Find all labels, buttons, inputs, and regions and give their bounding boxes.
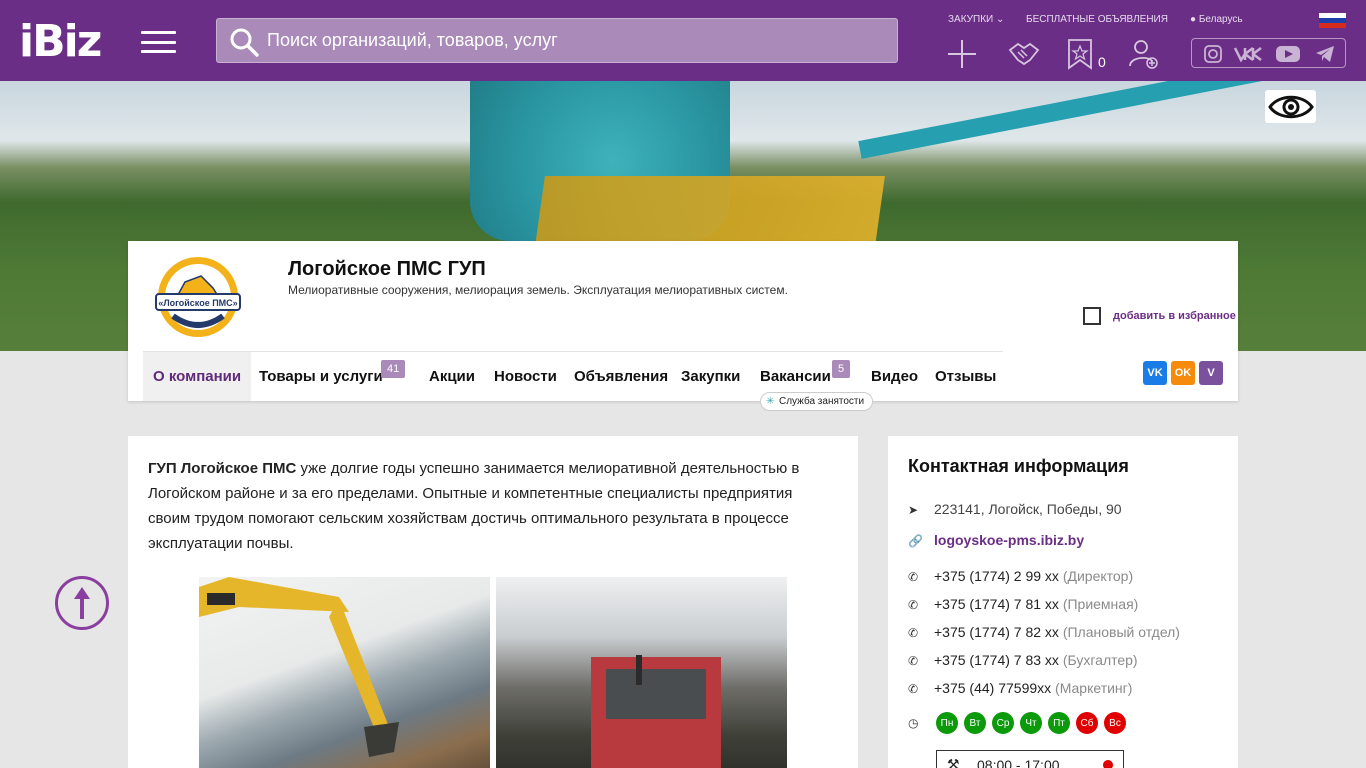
location-pin-icon: ● bbox=[1190, 14, 1197, 25]
phone-number[interactable]: +375 (44) 77599xx bbox=[934, 680, 1051, 696]
contacts-panel: Контактная информация ➤ 223141, Логойск, … bbox=[888, 436, 1238, 768]
phone-icon: ✆ bbox=[908, 570, 919, 584]
chevron-down-icon: ⌄ bbox=[995, 14, 1005, 25]
tab-news[interactable]: Новости bbox=[494, 352, 557, 401]
tab-products[interactable]: Товары и услуги bbox=[259, 352, 383, 401]
photo-tractor[interactable] bbox=[496, 577, 787, 768]
contact-site: 🔗 logoyskoe-pms.ibiz.by bbox=[908, 532, 1084, 548]
phone-number[interactable]: +375 (1774) 7 81 xx bbox=[934, 596, 1059, 612]
products-count-badge: 41 bbox=[381, 360, 406, 378]
tab-video[interactable]: Видео bbox=[871, 352, 918, 401]
link-icon: 🔗 bbox=[908, 534, 923, 548]
accessibility-eye-icon[interactable] bbox=[1265, 90, 1316, 123]
closed-status-dot bbox=[1103, 760, 1113, 768]
tools-icon: ⚒ bbox=[947, 756, 960, 768]
site-logo[interactable]: iBiz bbox=[19, 20, 102, 64]
clock-icon: ◷ bbox=[908, 716, 919, 730]
phone-number[interactable]: +375 (1774) 7 83 xx bbox=[934, 652, 1059, 668]
telegram-icon[interactable] bbox=[1315, 44, 1335, 64]
company-logo: «Логойское ПМС» bbox=[155, 257, 241, 337]
phone-number[interactable]: +375 (1774) 2 99 xx bbox=[934, 568, 1059, 584]
add-to-favorites[interactable]: добавить в избранное bbox=[1083, 307, 1236, 325]
phone-icon: ✆ bbox=[908, 682, 919, 696]
employment-service-tip[interactable]: ✳ Служба занятости bbox=[760, 392, 874, 411]
purchases-link[interactable]: ЗАКУПКИ ⌄ bbox=[948, 14, 1004, 25]
phone-row: ✆ +375 (1774) 2 99 xx (Директор) bbox=[908, 568, 1134, 584]
location-arrow-icon: ➤ bbox=[908, 503, 919, 517]
contacts-title: Контактная информация bbox=[908, 456, 1129, 476]
phone-row: ✆ +375 (1774) 7 83 xx (Бухгалтер) bbox=[908, 652, 1138, 668]
day-sat[interactable]: Сб bbox=[1076, 712, 1098, 734]
company-name: Логойское ПМС ГУП bbox=[288, 258, 486, 280]
arrow-up-icon bbox=[74, 587, 90, 619]
search-box bbox=[216, 18, 898, 63]
share-ok-button[interactable]: OK bbox=[1171, 361, 1195, 385]
working-hours: ⚒ 08:00 - 17:00 bbox=[936, 750, 1124, 768]
day-mon[interactable]: Пн bbox=[936, 712, 958, 734]
vk-icon[interactable] bbox=[1233, 44, 1265, 64]
youtube-icon[interactable] bbox=[1275, 44, 1301, 64]
phone-icon: ✆ bbox=[908, 598, 919, 612]
share-viber-button[interactable]: V bbox=[1199, 361, 1223, 385]
share-vk-button[interactable]: VK bbox=[1143, 361, 1167, 385]
about-lead: ГУП Логойское ПМС bbox=[148, 460, 297, 477]
vacancies-count-badge: 5 bbox=[832, 360, 851, 378]
phone-icon: ✆ bbox=[908, 654, 919, 668]
favorite-checkbox[interactable] bbox=[1083, 307, 1101, 325]
scroll-up-button[interactable] bbox=[55, 576, 109, 630]
company-description: Мелиоративные сооружения, мелиорация зем… bbox=[288, 283, 788, 297]
day-fri[interactable]: Пт bbox=[1048, 712, 1070, 734]
about-text: ГУП Логойское ПМС уже долгие годы успешн… bbox=[148, 456, 838, 556]
phone-row: ✆ +375 (44) 77599xx (Маркетинг) bbox=[908, 680, 1133, 696]
site-link[interactable]: logoyskoe-pms.ibiz.by bbox=[934, 532, 1084, 548]
russian-flag-icon[interactable] bbox=[1319, 13, 1346, 28]
search-icon[interactable] bbox=[229, 27, 259, 57]
clock-row: ◷ bbox=[908, 714, 934, 730]
favorites-bookmark-icon[interactable] bbox=[1067, 38, 1093, 70]
tab-reviews[interactable]: Отзывы bbox=[935, 352, 996, 401]
day-tue[interactable]: Вт bbox=[964, 712, 986, 734]
add-favorite-label: добавить в избранное bbox=[1113, 310, 1236, 322]
search-input[interactable] bbox=[267, 19, 887, 62]
about-section: ГУП Логойское ПМС уже долгие годы успешн… bbox=[128, 436, 858, 768]
photo-excavator[interactable] bbox=[199, 577, 490, 768]
tab-about[interactable]: О компании bbox=[143, 352, 252, 401]
add-user-icon[interactable] bbox=[1127, 38, 1159, 70]
phone-row: ✆ +375 (1774) 7 82 xx (Плановый отдел) bbox=[908, 624, 1180, 640]
day-sun[interactable]: Вс bbox=[1104, 712, 1126, 734]
tab-promotions[interactable]: Акции bbox=[429, 352, 475, 401]
handshake-icon[interactable] bbox=[1008, 38, 1040, 70]
add-plus-icon[interactable] bbox=[946, 38, 978, 70]
company-tabs: О компании Товары и услуги 41 Акции Ново… bbox=[143, 351, 1003, 401]
favorites-count: 0 bbox=[1098, 54, 1106, 70]
phone-icon: ✆ bbox=[908, 626, 919, 640]
svg-text:«Логойское ПМС»: «Логойское ПМС» bbox=[158, 298, 237, 308]
instagram-icon[interactable] bbox=[1203, 44, 1223, 64]
company-card: «Логойское ПМС» Логойское ПМС ГУП Мелиор… bbox=[128, 241, 1238, 411]
free-ads-link[interactable]: БЕСПЛАТНЫЕ ОБЪЯВЛЕНИЯ bbox=[1026, 14, 1168, 25]
tab-purchases[interactable]: Закупки bbox=[681, 352, 740, 401]
working-days: Пн Вт Ср Чт Пт Сб Вс bbox=[936, 712, 1126, 734]
day-thu[interactable]: Чт bbox=[1020, 712, 1042, 734]
region-link[interactable]: ● Беларусь bbox=[1190, 14, 1243, 25]
phone-row: ✆ +375 (1774) 7 81 xx (Приемная) bbox=[908, 596, 1139, 612]
contact-address: ➤ 223141, Логойск, Победы, 90 bbox=[908, 501, 1122, 517]
tab-ads[interactable]: Объявления bbox=[574, 352, 668, 401]
banner-machine-frame bbox=[535, 176, 885, 246]
menu-burger-icon[interactable] bbox=[141, 31, 176, 53]
day-wed[interactable]: Ср bbox=[992, 712, 1014, 734]
phone-number[interactable]: +375 (1774) 7 82 xx bbox=[934, 624, 1059, 640]
top-header: iBiz ЗАКУПКИ ⌄ БЕСПЛАТНЫЕ ОБЪЯВЛЕНИЯ ● Б… bbox=[0, 0, 1366, 81]
social-links bbox=[1191, 38, 1346, 68]
sparkle-icon: ✳ bbox=[766, 396, 775, 407]
